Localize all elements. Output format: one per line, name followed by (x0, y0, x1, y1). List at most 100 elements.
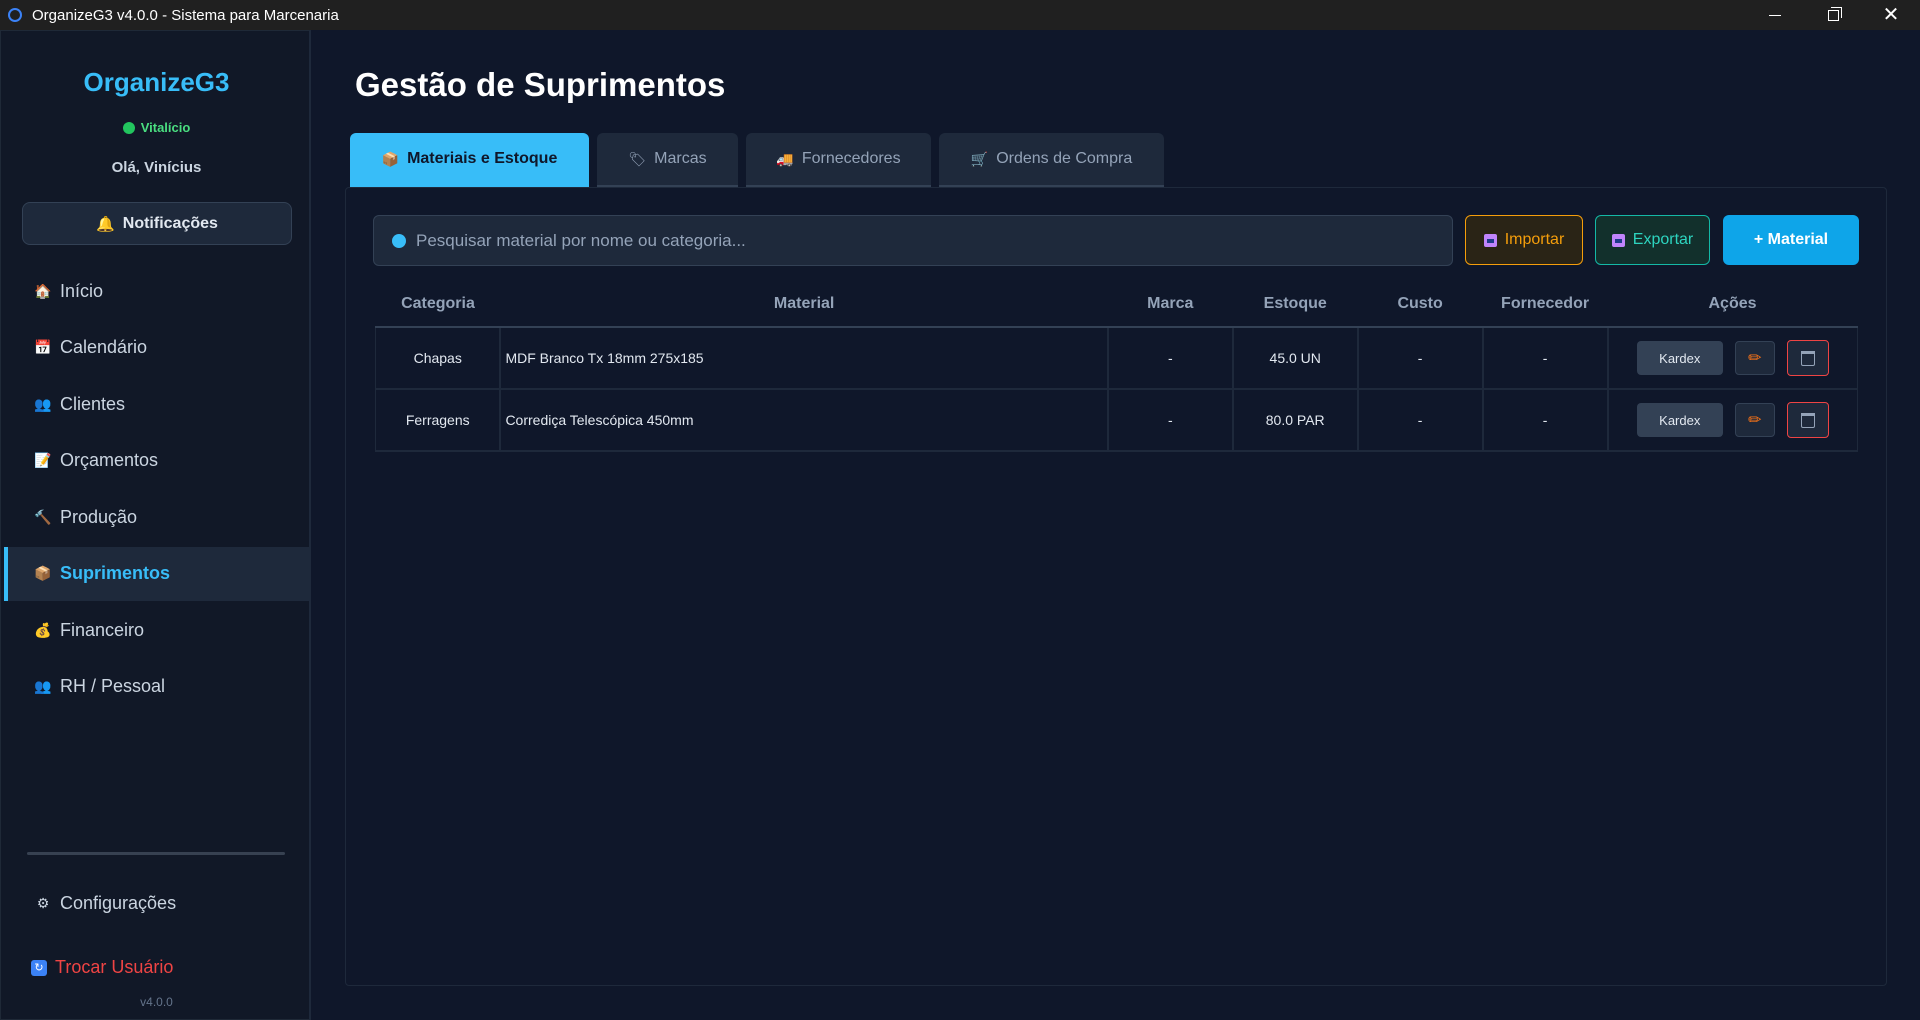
restore-icon (1827, 6, 1842, 21)
cell-acoes: Kardex ✏ (1607, 327, 1858, 390)
sidebar-item-clientes[interactable]: 👥 Clientes (1, 377, 312, 431)
document-icon: 📝 (34, 452, 52, 468)
tab-materiais-estoque[interactable]: 📦 Materiais e Estoque (350, 133, 589, 188)
edit-button[interactable]: ✏ (1734, 341, 1775, 375)
table-row: Chapas MDF Branco Tx 18mm 275x185 - 45.0… (375, 327, 1858, 390)
sidebar-divider (27, 852, 285, 855)
column-header-marca[interactable]: Marca (1107, 282, 1233, 328)
tab-ordens-de-compra[interactable]: 🛒 Ordens de Compra (939, 133, 1164, 188)
restore-button[interactable] (1804, 0, 1862, 30)
calendar-icon: 📅 (34, 339, 52, 355)
status-dot-icon (122, 121, 135, 134)
column-header-fornecedor[interactable]: Fornecedor (1482, 282, 1608, 328)
sidebar-item-inicio[interactable]: 🏠 Início (1, 264, 312, 318)
sidebar-item-configuracoes[interactable]: ⚙ Configurações (34, 893, 176, 914)
table-header-row: Categoria Material Marca Estoque Custo F… (375, 282, 1858, 328)
cell-categoria: Ferragens (375, 389, 502, 452)
cell-estoque: 45.0 UN (1232, 327, 1359, 390)
app-logo-icon (8, 8, 22, 22)
sidebar-item-producao[interactable]: 🔨 Produção (1, 490, 312, 544)
sidebar-item-calendario[interactable]: 📅 Calendário (1, 321, 312, 375)
import-label: Importar (1504, 231, 1565, 248)
truck-icon: 🚚 (776, 150, 794, 167)
notifications-label: Notificações (122, 214, 218, 232)
trash-icon (1800, 350, 1815, 366)
tab-fornecedores[interactable]: 🚚 Fornecedores (746, 133, 931, 188)
settings-label: Configurações (60, 893, 177, 913)
column-header-acoes: Ações (1607, 282, 1858, 328)
user-greeting: Olá, Vinícius (111, 159, 202, 176)
column-header-categoria[interactable]: Categoria (375, 282, 501, 328)
sidebar-item-rh-pessoal[interactable]: 👥 RH / Pessoal (1, 660, 312, 714)
notifications-button[interactable]: 🔔 Notificações (22, 202, 292, 245)
column-header-custo[interactable]: Custo (1357, 282, 1483, 328)
people-icon: 👥 (34, 678, 52, 694)
delete-button[interactable] (1786, 340, 1829, 376)
cell-marca: - (1107, 389, 1234, 452)
plan-badge: Vitalício (1, 120, 312, 135)
tab-label: Materiais e Estoque (407, 150, 558, 167)
import-button[interactable]: Importar (1465, 215, 1583, 265)
tab-label: Marcas (654, 150, 707, 167)
sidebar-item-orcamentos[interactable]: 📝 Orçamentos (1, 434, 312, 488)
delete-button[interactable] (1786, 402, 1829, 438)
package-icon: 📦 (381, 150, 400, 167)
column-header-estoque[interactable]: Estoque (1232, 282, 1358, 328)
cell-categoria: Chapas (375, 327, 502, 390)
sidebar-item-label: Orçamentos (60, 450, 159, 470)
tab-label: Ordens de Compra (996, 150, 1133, 167)
edit-button[interactable]: ✏ (1734, 403, 1775, 437)
sidebar-item-suprimentos[interactable]: 📦 Suprimentos (4, 546, 310, 601)
sidebar-item-financeiro[interactable]: 💰 Financeiro (1, 603, 312, 657)
search-icon (392, 233, 406, 248)
minimize-button[interactable] (1746, 0, 1804, 30)
pencil-icon: ✏ (1748, 350, 1762, 367)
kardex-button[interactable]: Kardex (1636, 403, 1723, 437)
page-title: Gestão de Suprimentos (355, 66, 726, 103)
materials-table: Categoria Material Marca Estoque Custo F… (375, 282, 1858, 452)
add-material-button[interactable]: + Material (1723, 215, 1859, 265)
sidebar-item-label: Produção (60, 506, 138, 527)
sidebar-item-label: Financeiro (60, 619, 145, 640)
row-actions: Kardex ✏ (1609, 340, 1857, 376)
minimize-icon (1769, 14, 1781, 16)
sidebar: OrganizeG3 Vitalício Olá, Vinícius 🔔 Not… (0, 30, 311, 1020)
sidebar-item-label: RH / Pessoal (60, 676, 166, 696)
cell-marca: - (1107, 327, 1234, 390)
outbox-icon (1611, 233, 1625, 247)
sidebar-item-label: Clientes (60, 393, 126, 414)
cell-custo: - (1357, 389, 1484, 452)
tag-icon: 🏷 (628, 150, 647, 167)
window-title: OrganizeG3 v4.0.0 - Sistema para Marcena… (32, 6, 339, 24)
tab-label: Fornecedores (801, 150, 901, 167)
window-controls: ✕ (1746, 0, 1920, 30)
export-label: Exportar (1632, 231, 1694, 248)
cell-material: Corrediça Telescópica 450mm (500, 389, 1109, 452)
bell-icon: 🔔 (96, 215, 115, 233)
switch-user-label: Trocar Usuário (55, 957, 174, 977)
close-button[interactable]: ✕ (1862, 0, 1920, 30)
trash-icon (1800, 412, 1815, 428)
sidebar-item-label: Calendário (60, 337, 148, 357)
export-button[interactable]: Exportar (1595, 215, 1710, 265)
column-header-material[interactable]: Material (500, 282, 1108, 328)
brand-title: OrganizeG3 (83, 67, 230, 97)
search-input[interactable] (416, 230, 1416, 251)
kardex-button[interactable]: Kardex (1636, 341, 1723, 375)
inbox-icon (1483, 233, 1497, 247)
switch-user-button[interactable]: ↻ Trocar Usuário (31, 957, 173, 978)
plan-label: Vitalício (140, 120, 191, 135)
version-label: v4.0.0 (140, 995, 173, 1009)
tab-bar: 📦 Materiais e Estoque 🏷 Marcas 🚚 Fornece… (350, 133, 1164, 188)
hammer-icon: 🔨 (34, 508, 52, 525)
money-bag-icon: 💰 (34, 621, 52, 638)
sidebar-item-label: Suprimentos (60, 563, 171, 583)
package-icon: 📦 (34, 565, 52, 581)
tab-marcas[interactable]: 🏷 Marcas (597, 133, 738, 188)
switch-user-icon: ↻ (31, 959, 47, 976)
cart-icon: 🛒 (970, 150, 989, 167)
house-icon: 🏠 (34, 282, 52, 299)
window-titlebar: OrganizeG3 v4.0.0 - Sistema para Marcena… (0, 0, 1920, 30)
users-icon: 👥 (34, 395, 52, 412)
cell-fornecedor: - (1482, 389, 1609, 452)
